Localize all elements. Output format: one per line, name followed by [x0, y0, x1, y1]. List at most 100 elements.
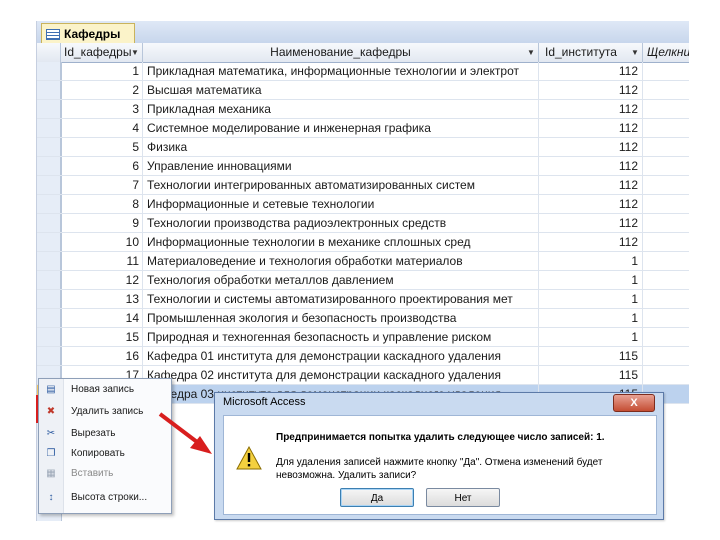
record-selector[interactable]	[37, 290, 61, 308]
cell-add-field[interactable]	[643, 309, 689, 327]
chevron-down-icon[interactable]: ▼	[131, 43, 139, 62]
tab-kafedry[interactable]: Кафедры	[41, 23, 136, 44]
cell-id[interactable]: 15	[61, 328, 143, 346]
table-row[interactable]: 16 Кафедра 01 института для демонстрации …	[37, 347, 689, 366]
cell-add-field[interactable]	[643, 119, 689, 137]
chevron-down-icon[interactable]: ▼	[631, 43, 639, 62]
cell-add-field[interactable]	[643, 290, 689, 308]
cell-add-field[interactable]	[643, 366, 689, 384]
menu-item-delete-record[interactable]: ✖ Удалить запись	[39, 401, 171, 421]
table-row[interactable]: 8 Информационные и сетевые технологии 112	[37, 195, 689, 214]
record-selector[interactable]	[37, 138, 61, 156]
record-selector[interactable]	[37, 100, 61, 118]
cell-add-field[interactable]	[643, 233, 689, 251]
table-row[interactable]: 13 Технологии и системы автоматизированно…	[37, 290, 689, 309]
record-selector[interactable]	[37, 81, 61, 99]
cell-name[interactable]: Системное моделирование и инженерная гра…	[143, 119, 539, 137]
close-button[interactable]: X	[613, 394, 655, 412]
table-row[interactable]: 4 Системное моделирование и инженерная гр…	[37, 119, 689, 138]
cell-name[interactable]: Промышленная экология и безопасность про…	[143, 309, 539, 327]
table-row[interactable]: 12 Технология обработки металлов давление…	[37, 271, 689, 290]
table-row[interactable]: 7 Технологии интегрированных автоматизиро…	[37, 176, 689, 195]
record-selector[interactable]	[37, 214, 61, 232]
cell-id[interactable]: 14	[61, 309, 143, 327]
table-row[interactable]: 3 Прикладная механика 112	[37, 100, 689, 119]
cell-add-field[interactable]	[643, 195, 689, 213]
record-selector[interactable]	[37, 347, 61, 365]
cell-add-field[interactable]	[643, 252, 689, 270]
record-selector[interactable]	[37, 328, 61, 346]
chevron-down-icon[interactable]: ▼	[527, 43, 535, 62]
cell-add-field[interactable]	[643, 62, 689, 80]
cell-id[interactable]: 7	[61, 176, 143, 194]
column-header-inst[interactable]: Id_института ▼	[539, 43, 643, 62]
no-button[interactable]: Нет	[426, 488, 500, 507]
record-selector[interactable]	[37, 233, 61, 251]
cell-name[interactable]: Физика	[143, 138, 539, 156]
column-header-id[interactable]: Id_кафедры ▼	[61, 43, 143, 62]
cell-inst[interactable]: 1	[539, 290, 643, 308]
table-row[interactable]: 14 Промышленная экология и безопасность п…	[37, 309, 689, 328]
record-selector[interactable]	[37, 62, 61, 80]
cell-add-field[interactable]	[643, 214, 689, 232]
cell-inst[interactable]: 112	[539, 81, 643, 99]
cell-name[interactable]: Технология обработки металлов давлением	[143, 271, 539, 289]
cell-name[interactable]: Технологии производства радиоэлектронных…	[143, 214, 539, 232]
cell-inst[interactable]: 112	[539, 214, 643, 232]
cell-name[interactable]: Управление инновациями	[143, 157, 539, 175]
cell-name[interactable]: Прикладная механика	[143, 100, 539, 118]
table-row[interactable]: 10 Информационные технологии в механике с…	[37, 233, 689, 252]
cell-add-field[interactable]	[643, 347, 689, 365]
cell-add-field[interactable]	[643, 328, 689, 346]
cell-add-field[interactable]	[643, 100, 689, 118]
cell-name[interactable]: Высшая математика	[143, 81, 539, 99]
cell-name[interactable]: Кафедра 01 института для демонстрации ка…	[143, 347, 539, 365]
cell-id[interactable]: 10	[61, 233, 143, 251]
record-selector[interactable]	[37, 195, 61, 213]
cell-add-field[interactable]	[643, 138, 689, 156]
table-row[interactable]: 5 Физика 112	[37, 138, 689, 157]
cell-add-field[interactable]	[643, 157, 689, 175]
cell-id[interactable]: 9	[61, 214, 143, 232]
cell-name[interactable]: Материаловедение и технология обработки …	[143, 252, 539, 270]
cell-id[interactable]: 1	[61, 62, 143, 80]
menu-item-paste[interactable]: ▦ Вставить	[39, 463, 171, 483]
cell-add-field[interactable]	[643, 271, 689, 289]
cell-inst[interactable]: 112	[539, 176, 643, 194]
cell-name[interactable]: Прикладная математика, информационные те…	[143, 62, 539, 80]
record-selector[interactable]	[37, 271, 61, 289]
cell-id[interactable]: 3	[61, 100, 143, 118]
cell-name[interactable]: Информационные и сетевые технологии	[143, 195, 539, 213]
cell-id[interactable]: 8	[61, 195, 143, 213]
menu-item-row-height[interactable]: ↕ Высота строки...	[39, 487, 171, 507]
menu-item-copy[interactable]: ❐ Копировать	[39, 443, 171, 463]
cell-inst[interactable]: 112	[539, 100, 643, 118]
record-selector[interactable]	[37, 176, 61, 194]
table-row[interactable]: 15 Природная и техногенная безопасность и…	[37, 328, 689, 347]
select-all-corner[interactable]	[37, 43, 61, 62]
cell-inst[interactable]: 1	[539, 328, 643, 346]
cell-inst[interactable]: 115	[539, 366, 643, 384]
cell-id[interactable]: 12	[61, 271, 143, 289]
cell-inst[interactable]: 112	[539, 119, 643, 137]
menu-item-new-record[interactable]: ▤ Новая запись	[39, 379, 171, 399]
cell-id[interactable]: 13	[61, 290, 143, 308]
cell-inst[interactable]: 112	[539, 233, 643, 251]
cell-inst[interactable]: 112	[539, 62, 643, 80]
cell-inst[interactable]: 112	[539, 157, 643, 175]
cell-inst[interactable]: 112	[539, 195, 643, 213]
menu-item-cut[interactable]: ✂ Вырезать	[39, 423, 171, 443]
cell-id[interactable]: 2	[61, 81, 143, 99]
cell-name[interactable]: Информационные технологии в механике спл…	[143, 233, 539, 251]
record-selector[interactable]	[37, 119, 61, 137]
cell-name[interactable]: Кафедра 02 института для демонстрации ка…	[143, 366, 539, 384]
yes-button[interactable]: Да	[340, 488, 414, 507]
table-row[interactable]: 6 Управление инновациями 112	[37, 157, 689, 176]
cell-name[interactable]: Технологии и системы автоматизированного…	[143, 290, 539, 308]
cell-id[interactable]: 5	[61, 138, 143, 156]
cell-inst[interactable]: 1	[539, 252, 643, 270]
column-header-name[interactable]: Наименование_кафедры ▼	[143, 43, 539, 62]
cell-inst[interactable]: 1	[539, 309, 643, 327]
record-selector[interactable]	[37, 252, 61, 270]
cell-name[interactable]: Технологии интегрированных автоматизиров…	[143, 176, 539, 194]
